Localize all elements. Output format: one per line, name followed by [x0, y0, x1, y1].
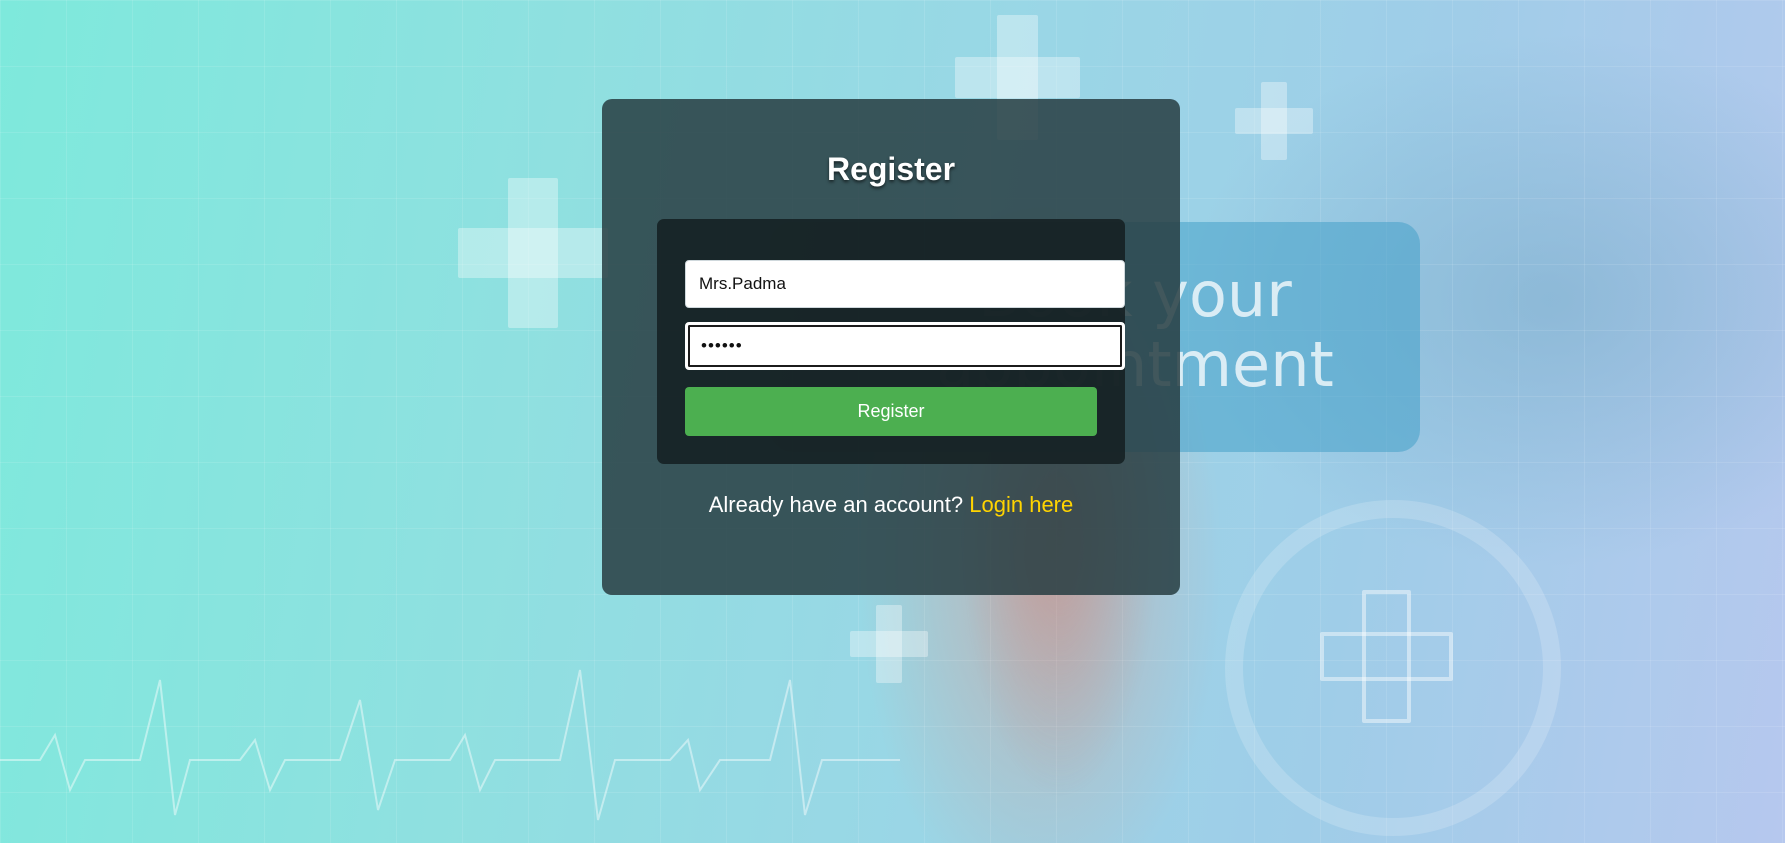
username-input[interactable] — [685, 260, 1125, 308]
register-form: Register — [657, 219, 1125, 464]
medical-cross-outline-icon — [1320, 590, 1453, 723]
login-link[interactable]: Login here — [969, 492, 1073, 517]
medical-cross-icon — [458, 178, 608, 328]
login-prompt: Already have an account? Login here — [602, 492, 1180, 518]
register-panel: Register Register Already have an accoun… — [602, 99, 1180, 595]
page-title: Register — [826, 151, 956, 187]
medical-cross-icon — [1235, 82, 1313, 160]
register-button[interactable]: Register — [685, 387, 1097, 436]
password-input[interactable] — [685, 322, 1125, 370]
login-prompt-text: Already have an account? — [708, 492, 964, 517]
heartbeat-line-icon — [0, 669, 900, 821]
